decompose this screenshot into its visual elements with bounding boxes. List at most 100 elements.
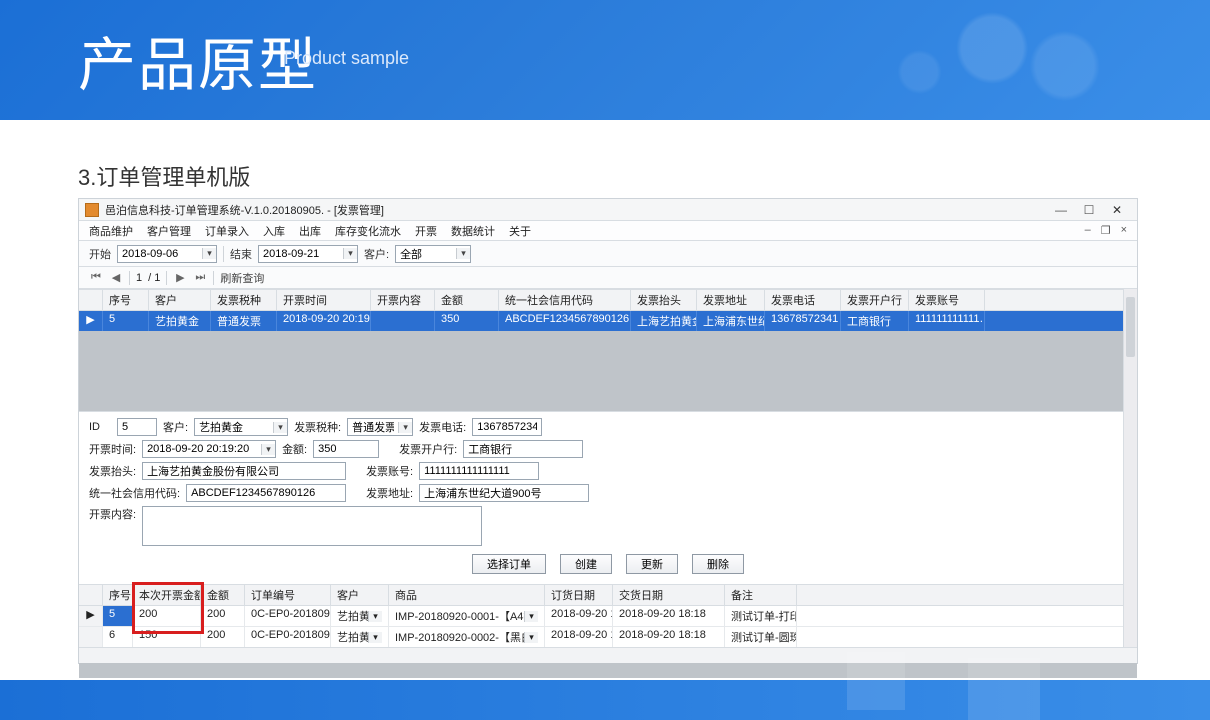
menubar: 商品维护 客户管理 订单录入 入库 出库 库存变化流水 开票 数据统计 关于 ‒… — [79, 221, 1137, 241]
col-header[interactable]: 发票地址 — [697, 290, 765, 310]
customer-filter-select[interactable]: ▾ — [395, 245, 471, 263]
customer-label: 客户: — [163, 419, 188, 435]
refresh-button[interactable]: 刷新查询 — [220, 270, 264, 286]
menu-item[interactable]: 关于 — [509, 223, 531, 239]
chevron-down-icon: ▾ — [368, 611, 382, 622]
col-header[interactable]: 备注 — [725, 585, 797, 605]
menu-item[interactable]: 入库 — [263, 223, 285, 239]
create-button[interactable]: 创建 — [560, 554, 612, 574]
slide-bottom-bar — [0, 680, 1210, 720]
credit-label: 统一社会信用代码: — [89, 485, 180, 501]
col-header[interactable]: 发票账号 — [909, 290, 985, 310]
col-header[interactable]: 发票税种 — [211, 290, 277, 310]
end-date-picker[interactable]: ▾ — [258, 245, 358, 263]
col-header[interactable]: 序号 — [103, 585, 133, 605]
menu-item[interactable]: 开票 — [415, 223, 437, 239]
mdi-restore-button[interactable]: ❐ — [1101, 224, 1111, 237]
col-header[interactable]: 商品 — [389, 585, 545, 605]
address-field[interactable] — [419, 484, 589, 502]
content-field[interactable] — [142, 506, 482, 546]
window-maximize-button[interactable]: ☐ — [1075, 203, 1103, 217]
customer-cell-select[interactable]: 艺拍黄金▾ — [331, 627, 389, 647]
pager-prev-button[interactable]: ◀ — [109, 271, 123, 284]
start-date-picker[interactable]: ▾ — [117, 245, 217, 263]
col-header[interactable]: 开票内容 — [371, 290, 435, 310]
window-minimize-button[interactable]: — — [1047, 203, 1075, 217]
content-label: 开票内容: — [89, 506, 136, 522]
id-label: ID — [89, 421, 111, 433]
col-header[interactable]: 发票抬头 — [631, 290, 697, 310]
id-field[interactable] — [117, 418, 157, 436]
select-order-button[interactable]: 选择订单 — [472, 554, 546, 574]
end-date-label: 结束 — [230, 246, 252, 262]
menu-item[interactable]: 客户管理 — [147, 223, 191, 239]
customer-select[interactable]: ▾ — [194, 418, 288, 436]
chevron-down-icon[interactable]: ▾ — [343, 248, 357, 259]
update-button[interactable]: 更新 — [626, 554, 678, 574]
customer-cell-select[interactable]: 艺拍黄金▾ — [331, 606, 389, 626]
col-header[interactable]: 交货日期 — [613, 585, 725, 605]
taxtype-select[interactable]: ▾ — [347, 418, 413, 436]
chevron-down-icon: ▾ — [368, 632, 382, 643]
chevron-down-icon[interactable]: ▾ — [398, 422, 412, 433]
phone-field[interactable] — [472, 418, 542, 436]
time-label: 开票时间: — [89, 441, 136, 457]
product-cell-select[interactable]: IMP-20180920-0002-【黑白圆珠笔】▾ — [389, 627, 545, 647]
col-header[interactable]: 发票开户行 — [841, 290, 909, 310]
address-label: 发票地址: — [366, 485, 413, 501]
product-cell-select[interactable]: IMP-20180920-0001-【A4打印纸】▾ — [389, 606, 545, 626]
customer-filter-value[interactable] — [396, 246, 456, 262]
menu-item[interactable]: 商品维护 — [89, 223, 133, 239]
col-header[interactable]: 发票电话 — [765, 290, 841, 310]
mdi-minimize-button[interactable]: ‒ — [1085, 224, 1091, 237]
amount-field[interactable] — [313, 440, 379, 458]
amount-label: 金额: — [282, 441, 307, 457]
col-header[interactable]: 统一社会信用代码 — [499, 290, 631, 310]
slide-banner: 产品原型 Product sample — [0, 0, 1210, 120]
row-marker — [79, 627, 103, 647]
table-row[interactable]: 6 150 200 0C-EP0-20180920-0002 艺拍黄金▾ IMP… — [79, 627, 1137, 648]
head-field[interactable] — [142, 462, 346, 480]
start-date-input[interactable] — [118, 246, 202, 262]
menu-item[interactable]: 数据统计 — [451, 223, 495, 239]
invoice-form: ID 客户: ▾ 发票税种: ▾ 发票电话: 开票时间: ▾ 金额: 发票开户行… — [79, 411, 1137, 584]
col-header[interactable]: 订单编号 — [245, 585, 331, 605]
time-picker[interactable]: ▾ — [142, 440, 276, 458]
col-header[interactable]: 金额 — [201, 585, 245, 605]
col-header[interactable]: 开票时间 — [277, 290, 371, 310]
invoice-grid: 序号 客户 发票税种 开票时间 开票内容 金额 统一社会信用代码 发票抬头 发票… — [79, 289, 1137, 411]
pager-last-button[interactable]: ⏭ — [193, 271, 207, 284]
filter-bar: 开始 ▾ 结束 ▾ 客户: ▾ — [79, 241, 1137, 267]
table-row[interactable]: ▶ 5 艺拍黄金 普通发票 2018-09-20 20:19 350 ABCDE… — [79, 311, 1137, 331]
col-header[interactable]: 金额 — [435, 290, 499, 310]
section-heading: 3.订单管理单机版 — [78, 160, 250, 192]
chevron-down-icon[interactable]: ▾ — [456, 248, 470, 259]
col-header[interactable]: 客户 — [331, 585, 389, 605]
scrollbar-thumb[interactable] — [1126, 297, 1135, 357]
bank-field[interactable] — [463, 440, 583, 458]
row-marker: ▶ — [79, 606, 103, 626]
menu-item[interactable]: 库存变化流水 — [335, 223, 401, 239]
menu-item[interactable]: 订单录入 — [205, 223, 249, 239]
col-header[interactable]: 订货日期 — [545, 585, 613, 605]
chevron-down-icon[interactable]: ▾ — [273, 422, 287, 433]
table-row[interactable]: ▶ 5 200 200 0C-EP0-20180920-0001 艺拍黄金▾ I… — [79, 606, 1137, 627]
account-label: 发票账号: — [366, 463, 413, 479]
pager-next-button[interactable]: ▶ — [173, 271, 187, 284]
pager-first-button[interactable]: ⏮ — [89, 271, 103, 284]
account-field[interactable] — [419, 462, 539, 480]
col-header[interactable]: 序号 — [103, 290, 149, 310]
col-header[interactable]: 客户 — [149, 290, 211, 310]
phone-label: 发票电话: — [419, 419, 466, 435]
end-date-input[interactable] — [259, 246, 343, 262]
menu-item[interactable]: 出库 — [299, 223, 321, 239]
delete-button[interactable]: 删除 — [692, 554, 744, 574]
mdi-close-button[interactable]: × — [1121, 224, 1127, 237]
credit-field[interactable] — [186, 484, 346, 502]
vertical-scrollbar[interactable] — [1123, 289, 1137, 647]
banner-title-en: Product sample — [284, 48, 409, 69]
chevron-down-icon[interactable]: ▾ — [261, 444, 275, 455]
chevron-down-icon[interactable]: ▾ — [202, 248, 216, 259]
window-close-button[interactable]: ✕ — [1103, 203, 1131, 217]
col-header[interactable]: 本次开票金额 — [133, 585, 201, 605]
